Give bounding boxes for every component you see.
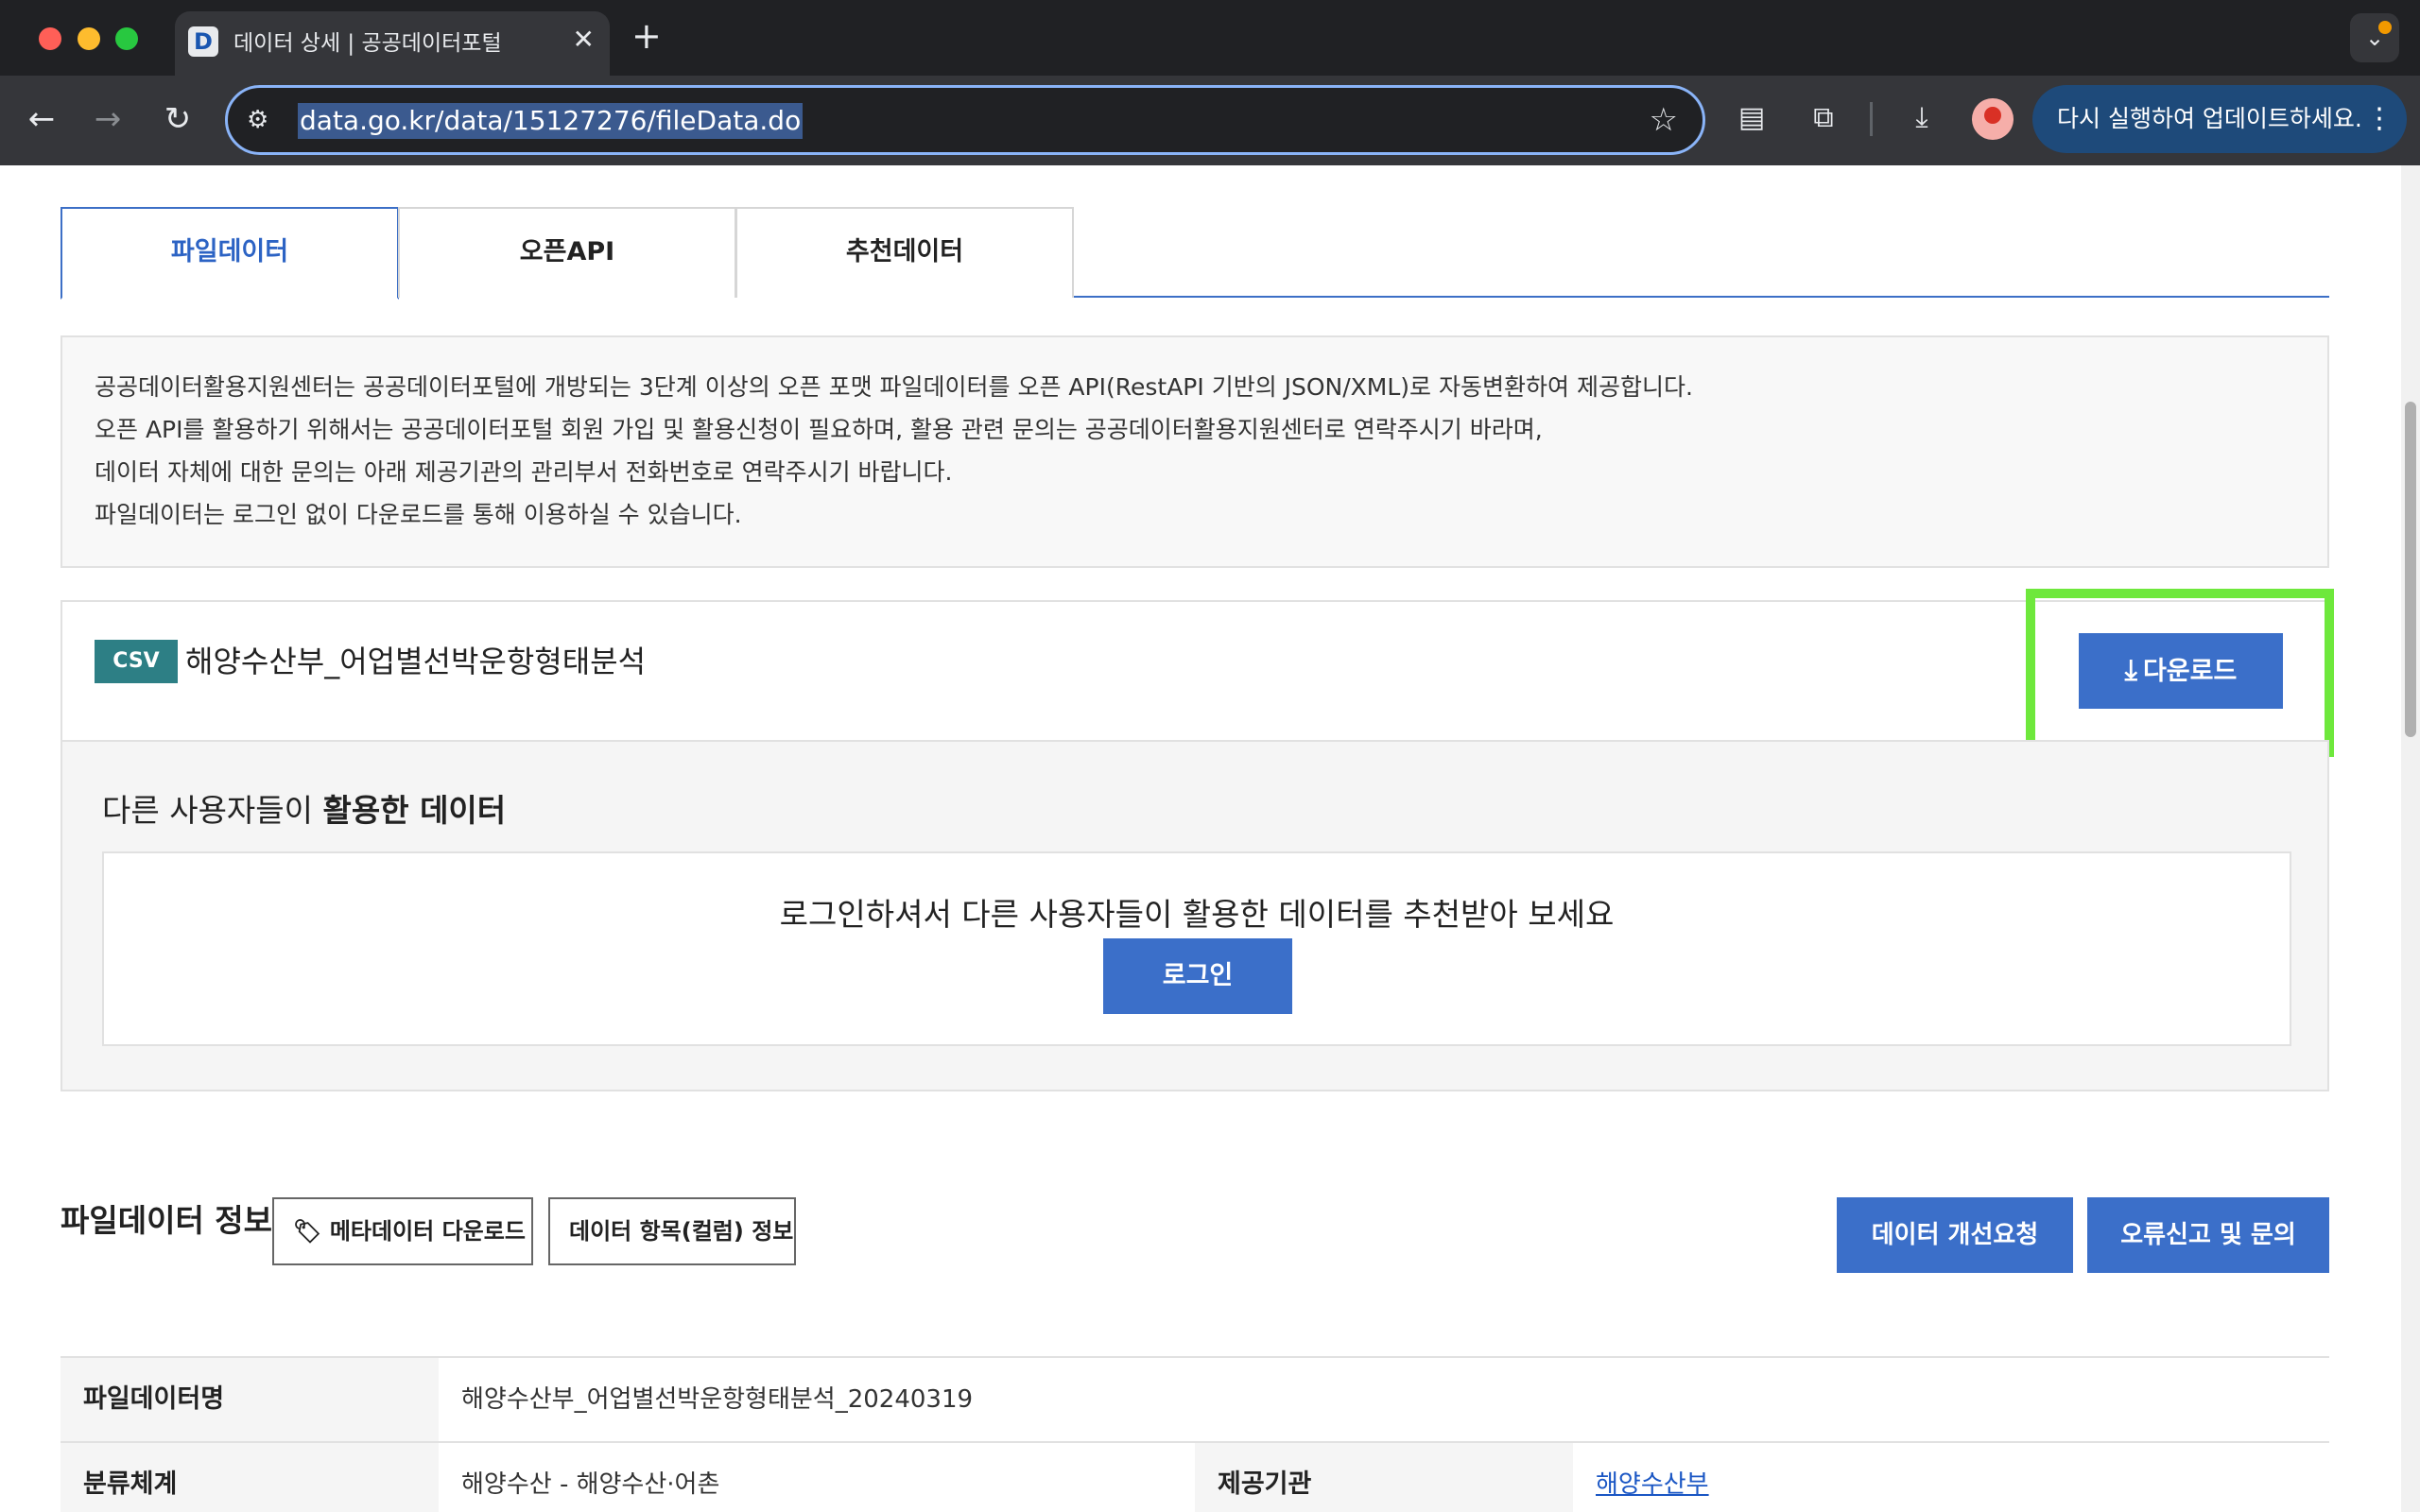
metadata-download-label: 메타데이터 다운로드: [329, 1218, 526, 1245]
notice-line: 데이터 자체에 대한 문의는 아래 제공기관의 관리부서 전화번호로 연락주시기…: [95, 458, 953, 486]
url-text[interactable]: data.go.kr/data/15127276/fileData.do: [298, 103, 804, 139]
close-tab-icon[interactable]: ✕: [573, 23, 595, 57]
page-scrollbar[interactable]: [2401, 165, 2420, 1512]
update-button-label: 다시 실행하여 업데이트하세요.: [2057, 105, 2362, 132]
row-value: 해양수산부_어업별선박운항형태분석_20240319: [461, 1385, 974, 1414]
provider-link[interactable]: 해양수산부: [1573, 1443, 1709, 1512]
browser-chrome: D 데이터 상세 | 공공데이터포털 ✕ + ⌄ ← → ↻ ⚙ data.go…: [0, 0, 2420, 165]
column-info-button[interactable]: 데이터 항목(컬럼) 정보: [548, 1197, 796, 1265]
scrollbar-thumb[interactable]: [2405, 402, 2416, 737]
login-prompt-message: 로그인하셔서 다른 사용자들이 활용한 데이터를 추천받아 보세요: [779, 896, 1615, 933]
recommended-title-bold: 활용한 데이터: [322, 792, 507, 829]
tab-cast-icon[interactable]: ▤: [1730, 96, 1773, 140]
file-name: 해양수산부_어업별선박운항형태분석: [185, 644, 647, 679]
close-window-button[interactable]: [39, 27, 61, 50]
tab-title: 데이터 상세 | 공공데이터포털: [233, 31, 502, 56]
site-favicon-icon: D: [188, 26, 218, 57]
tab-open-api[interactable]: 오픈API: [398, 207, 736, 298]
login-button[interactable]: 로그인: [1103, 938, 1292, 1014]
error-report-button[interactable]: 오류신고 및 문의: [2087, 1197, 2329, 1273]
minimize-window-button[interactable]: [78, 27, 100, 50]
site-settings-icon[interactable]: ⚙: [247, 103, 281, 137]
forward-arrow-icon[interactable]: →: [87, 98, 129, 140]
row-value: 해양수산 - 해양수산·어촌: [461, 1470, 720, 1499]
file-format-badge: CSV: [95, 640, 178, 683]
row-label: 제공기관: [1195, 1443, 1573, 1512]
notice-line: 파일데이터는 로그인 없이 다운로드를 통해 이용하실 수 있습니다.: [95, 501, 742, 528]
tab-recommended-data[interactable]: 추천데이터: [735, 207, 1074, 298]
update-chrome-button[interactable]: 다시 실행하여 업데이트하세요. ⋮: [2032, 85, 2407, 153]
file-data-info-title: 파일데이터 정보: [60, 1202, 273, 1239]
tab-strip: D 데이터 상세 | 공공데이터포털 ✕ + ⌄: [0, 0, 2420, 76]
improve-request-button[interactable]: 데이터 개선요청: [1837, 1197, 2073, 1273]
maximize-window-button[interactable]: [115, 27, 138, 50]
file-info-table: 파일데이터명 해양수산부_어업별선박운항형태분석_20240319 분류체계 해…: [60, 1356, 2329, 1512]
profile-avatar[interactable]: [1972, 98, 2014, 140]
table-row: 분류체계 해양수산 - 해양수산·어촌 제공기관 해양수산부: [60, 1443, 2329, 1512]
notice-box: 공공데이터활용지원센터는 공공데이터포털에 개방되는 3단계 이상의 오픈 포맷…: [60, 335, 2329, 568]
toolbar-divider: [1870, 102, 1873, 136]
new-tab-icon[interactable]: +: [631, 17, 662, 55]
row-label: 분류체계: [60, 1443, 439, 1512]
recommended-login-box: 로그인하셔서 다른 사용자들이 활용한 데이터를 추천받아 보세요 로그인: [102, 851, 2291, 1046]
web-page: 파일데이터 오픈API 추천데이터 공공데이터활용지원센터는 공공데이터포털에 …: [0, 165, 2401, 1512]
recommended-title-prefix: 다른 사용자들이: [102, 792, 323, 829]
downloads-icon[interactable]: ⤓: [1900, 96, 1944, 140]
reload-icon[interactable]: ↻: [157, 98, 199, 140]
tab-search-chevron-icon[interactable]: ⌄: [2350, 13, 2399, 62]
table-row: 파일데이터명 해양수산부_어업별선박운항형태분석_20240319: [60, 1358, 2329, 1443]
metadata-download-button[interactable]: 🏷 메타데이터 다운로드: [272, 1197, 533, 1265]
highlight-box: [2026, 589, 2334, 757]
bookmark-star-icon[interactable]: ☆: [1650, 101, 1678, 139]
tag-icon: 🏷: [293, 1218, 322, 1245]
recommended-title: 다른 사용자들이 활용한 데이터: [102, 785, 506, 831]
row-label: 파일데이터명: [60, 1358, 439, 1441]
file-download-row: CSV 해양수산부_어업별선박운항형태분석 ⤓ 다운로드: [60, 600, 2329, 742]
tab-file-data[interactable]: 파일데이터: [60, 207, 399, 300]
more-vertical-icon[interactable]: ⋮: [2365, 85, 2394, 153]
recommended-data-section: 다른 사용자들이 활용한 데이터 로그인하셔서 다른 사용자들이 활용한 데이터…: [60, 740, 2329, 1091]
notice-line: 공공데이터활용지원센터는 공공데이터포털에 개방되는 3단계 이상의 오픈 포맷…: [95, 373, 1693, 401]
back-arrow-icon[interactable]: ←: [21, 98, 62, 140]
extensions-puzzle-icon[interactable]: ⧉: [1802, 96, 1845, 140]
notification-dot: [2378, 21, 2392, 34]
notice-line: 오픈 API를 활용하기 위해서는 공공데이터포털 회원 가입 및 활용신청이 …: [95, 416, 1543, 443]
data-type-tabs: 파일데이터 오픈API 추천데이터: [60, 207, 2329, 300]
browser-tab[interactable]: D 데이터 상세 | 공공데이터포털 ✕: [175, 11, 610, 76]
address-bar[interactable]: ⚙ data.go.kr/data/15127276/fileData.do ☆: [225, 85, 1705, 155]
browser-toolbar: ← → ↻ ⚙ data.go.kr/data/15127276/fileDat…: [0, 76, 2420, 165]
